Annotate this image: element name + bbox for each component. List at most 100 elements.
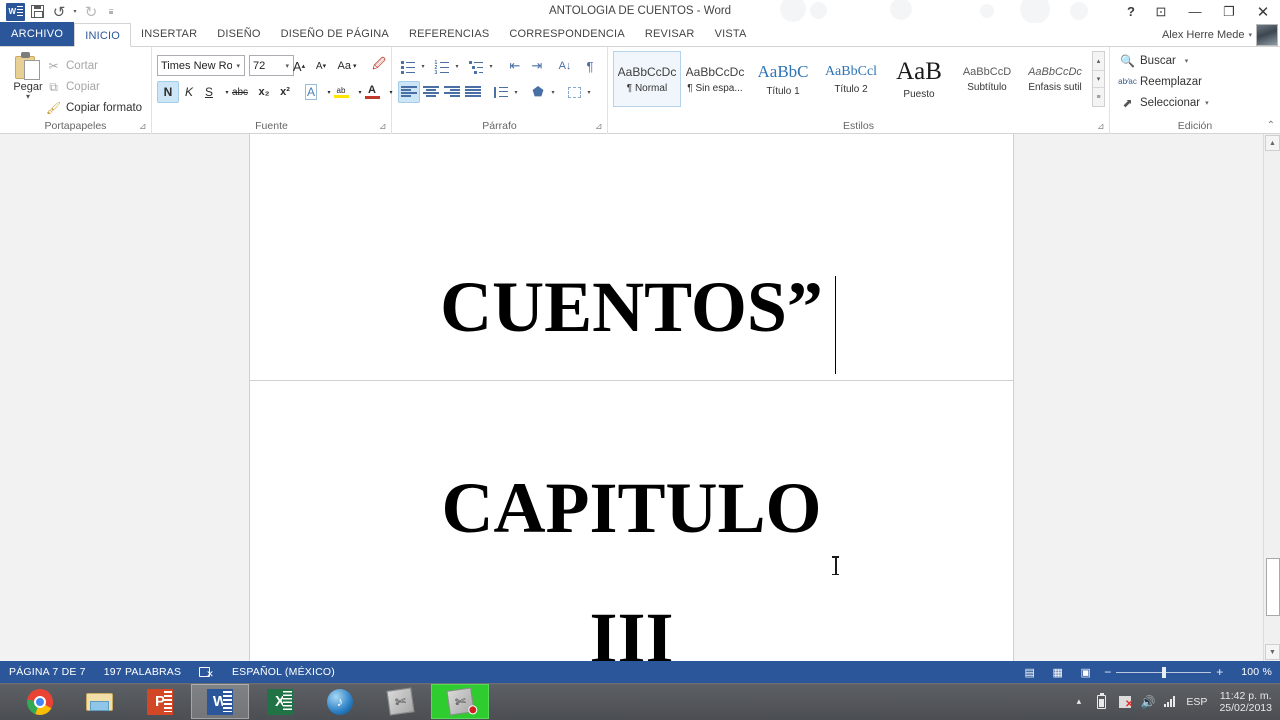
strikethrough-button[interactable]: abc — [228, 81, 252, 103]
italic-button[interactable]: K — [178, 81, 200, 103]
bullets-dropdown-icon[interactable]: ▾ — [418, 55, 428, 77]
change-case-button[interactable]: Aa ▾ — [334, 55, 360, 77]
show-formatting-marks-button[interactable]: ¶ — [580, 55, 600, 77]
style-sin-espaciado[interactable]: AaBbCcDc ¶ Sin espa... — [681, 51, 749, 107]
increase-indent-button[interactable]: ⇥ — [526, 55, 548, 77]
styles-dialog-launcher[interactable]: ⊿ — [1097, 122, 1106, 131]
zoom-level[interactable]: 100 % — [1232, 666, 1276, 678]
justify-button[interactable] — [462, 81, 484, 103]
multilevel-dropdown-icon[interactable]: ▾ — [486, 55, 496, 77]
taskbar-icon-word[interactable]: W — [191, 684, 249, 719]
line-spacing-dropdown-icon[interactable]: ▾ — [511, 81, 521, 103]
zoom-slider[interactable]: − + — [1104, 665, 1223, 679]
taskbar-icon-chrome[interactable] — [11, 684, 69, 719]
decrease-indent-button[interactable]: ⇤ — [504, 55, 526, 77]
style-titulo-2[interactable]: AaBbCcl Título 2 — [817, 51, 885, 107]
taskbar-icon-screen-recorder[interactable]: ✄ — [431, 684, 489, 719]
scrollbar-thumb[interactable] — [1266, 558, 1280, 616]
taskbar-icon-powerpoint[interactable]: P — [131, 684, 189, 719]
document-canvas[interactable]: CUENTOS” CAPITULO III — [0, 134, 1280, 661]
copy-button[interactable]: ⧉ Copiar — [46, 80, 100, 94]
print-layout-view-icon[interactable]: ▦ — [1048, 665, 1067, 680]
tab-insertar[interactable]: INSERTAR — [131, 22, 207, 46]
style-titulo-1[interactable]: AaBbC Título 1 — [749, 51, 817, 107]
taskbar-icon-itunes[interactable]: ♪ — [311, 684, 369, 719]
align-left-button[interactable] — [398, 81, 420, 103]
replace-button[interactable]: ab⁄ac Reemplazar — [1118, 75, 1202, 89]
start-button[interactable] — [0, 683, 10, 720]
clear-formatting-button[interactable]: 🖉 — [368, 55, 390, 77]
borders-button[interactable] — [564, 81, 584, 103]
numbering-button[interactable]: 123 — [432, 55, 452, 77]
style-enfasis-sutil[interactable]: AaBbCcDc Énfasis sutil — [1021, 51, 1089, 107]
shrink-font-button[interactable]: A ▾ — [310, 55, 332, 77]
minimize-button[interactable]: — — [1178, 0, 1212, 23]
collapse-ribbon-icon[interactable]: ⌃ — [1267, 120, 1275, 131]
font-name-dropdown-icon[interactable]: ▾ — [232, 62, 244, 70]
styles-scroll-up-icon[interactable]: ▴ — [1093, 52, 1104, 70]
clock[interactable]: 11:42 p. m. 25/02/2013 — [1215, 690, 1278, 714]
multilevel-list-button[interactable] — [466, 55, 486, 77]
superscript-button[interactable]: x² — [274, 81, 296, 103]
tab-inicio[interactable]: INICIO — [74, 23, 132, 47]
web-layout-view-icon[interactable]: ▣ — [1076, 665, 1095, 680]
subscript-button[interactable]: x₂ — [253, 81, 275, 103]
borders-dropdown-icon[interactable]: ▾ — [584, 81, 594, 103]
line-spacing-button[interactable] — [491, 81, 511, 103]
language-indicator[interactable]: ESPAÑOL (MÉXICO) — [223, 666, 344, 678]
clipboard-dialog-launcher[interactable]: ⊿ — [139, 122, 148, 131]
tab-vista[interactable]: VISTA — [705, 22, 757, 46]
avatar[interactable] — [1256, 24, 1278, 46]
numbering-dropdown-icon[interactable]: ▾ — [452, 55, 462, 77]
restore-button[interactable]: ❐ — [1212, 0, 1246, 23]
select-dropdown-icon[interactable]: ▾ — [1205, 99, 1209, 107]
language-indicator-tray[interactable]: ESP — [1186, 696, 1207, 708]
taskbar-icon-screen-capture[interactable]: ✄ — [371, 684, 429, 719]
read-mode-view-icon[interactable]: ▤ — [1020, 665, 1039, 680]
show-hidden-icons[interactable]: ▴ — [1071, 694, 1086, 709]
paste-dropdown-icon[interactable]: ▾ — [8, 93, 48, 101]
zoom-in-button[interactable]: + — [1216, 665, 1223, 679]
find-dropdown-icon[interactable]: ▾ — [1185, 57, 1189, 65]
account-area[interactable]: Alex Herre Mede ▾ — [1162, 23, 1278, 47]
zoom-thumb[interactable] — [1162, 666, 1167, 678]
paste-button[interactable]: Pegar ▾ — [8, 52, 48, 101]
zoom-track[interactable] — [1116, 666, 1212, 678]
tab-diseno-de-pagina[interactable]: DISEÑO DE PÁGINA — [271, 22, 399, 46]
style-puesto[interactable]: AaB Puesto — [885, 51, 953, 107]
tab-referencias[interactable]: REFERENCIAS — [399, 22, 499, 46]
align-right-button[interactable] — [441, 81, 463, 103]
word-count[interactable]: 197 PALABRAS — [95, 666, 191, 678]
bold-button[interactable]: N — [157, 81, 179, 103]
flag-icon[interactable]: ✕ — [1117, 694, 1133, 710]
align-center-button[interactable] — [420, 81, 442, 103]
document-page-2[interactable]: CAPITULO III — [249, 380, 1014, 661]
find-button[interactable]: 🔍 Buscar ▾ — [1120, 54, 1188, 68]
paragraph-dialog-launcher[interactable]: ⊿ — [595, 122, 604, 131]
font-dialog-launcher[interactable]: ⊿ — [379, 122, 388, 131]
cut-button[interactable]: ✂ Cortar — [46, 59, 97, 73]
close-button[interactable]: ✕ — [1246, 0, 1280, 23]
sort-button[interactable]: A↓ — [554, 55, 576, 77]
styles-gallery-scroll[interactable]: ▴ ▾ ≡ — [1092, 51, 1105, 107]
battery-icon[interactable] — [1094, 692, 1109, 709]
styles-scroll-down-icon[interactable]: ▾ — [1093, 70, 1104, 88]
taskbar-icon-file-explorer[interactable] — [71, 684, 129, 719]
style-normal[interactable]: AaBbCcDc ¶ Normal — [613, 51, 681, 107]
tab-diseno[interactable]: DISEÑO — [207, 22, 270, 46]
account-dropdown-icon[interactable]: ▾ — [1248, 31, 1252, 39]
shading-dropdown-icon[interactable]: ▾ — [548, 81, 558, 103]
taskbar-icon-excel[interactable]: X — [251, 684, 309, 719]
tab-revisar[interactable]: REVISAR — [635, 22, 705, 46]
ribbon-display-options-icon[interactable]: ⊡ — [1144, 0, 1178, 23]
bullets-button[interactable] — [398, 55, 418, 77]
select-button[interactable]: ⬈ Seleccionar ▾ — [1120, 96, 1209, 110]
volume-icon[interactable]: 🔊 — [1140, 694, 1155, 709]
scroll-down-icon[interactable]: ▼ — [1265, 644, 1280, 660]
tab-correspondencia[interactable]: CORRESPONDENCIA — [499, 22, 634, 46]
page-indicator[interactable]: PÁGINA 7 DE 7 — [0, 666, 95, 678]
zoom-out-button[interactable]: − — [1104, 665, 1111, 679]
format-painter-button[interactable]: 🖌 Copiar formato — [46, 101, 142, 115]
help-icon[interactable]: ? — [1118, 0, 1144, 23]
shading-button[interactable]: ⬟ — [528, 81, 548, 103]
